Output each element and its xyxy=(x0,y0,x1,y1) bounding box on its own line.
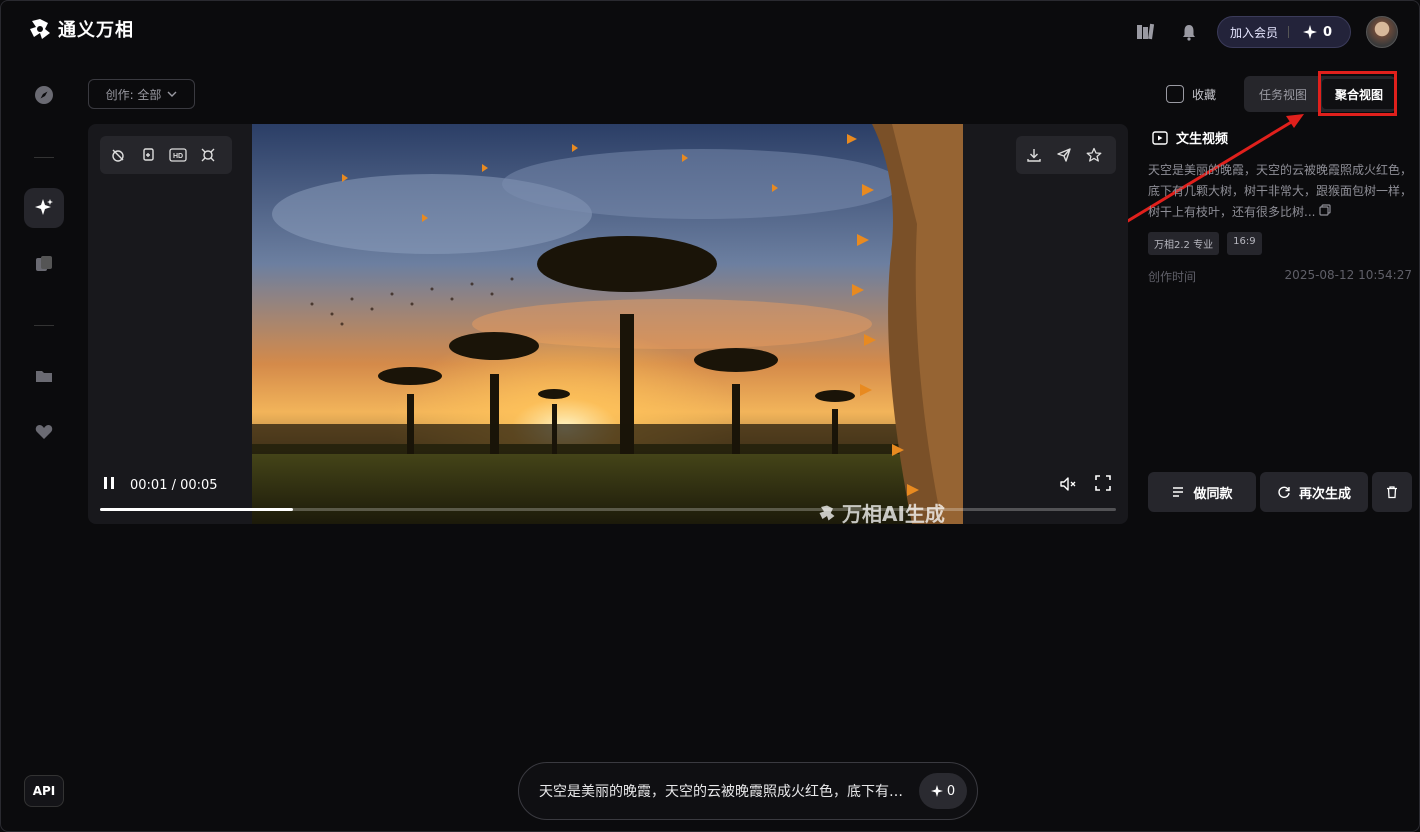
same-style-button[interactable]: 做同款 xyxy=(1148,472,1256,512)
logo-icon xyxy=(30,19,50,39)
copy-icon[interactable] xyxy=(1319,202,1332,223)
generate-cost: 0 xyxy=(946,783,956,799)
extend-icon[interactable] xyxy=(194,141,222,169)
list-icon xyxy=(1173,487,1184,497)
heart-icon[interactable] xyxy=(34,422,54,442)
credits-count: 0 xyxy=(1323,24,1333,40)
prompt-bar-text[interactable]: 天空是美丽的晚霞，天空的云被晚霞照成火红色，底下有几颗大树，树干非常大 xyxy=(539,781,905,801)
sparkle-icon xyxy=(930,785,943,797)
join-member-button[interactable]: 加入会员 xyxy=(1218,24,1288,41)
lip-sync-icon[interactable] xyxy=(104,141,132,169)
same-style-label: 做同款 xyxy=(1193,486,1233,502)
api-button[interactable]: API xyxy=(24,775,64,807)
filter-label: 创作: 全部 xyxy=(105,87,162,102)
prompt-text: 天空是美丽的晚霞，天空的云被晚霞照成火红色，底下有几颗大树，树干非常大，跟猴面包… xyxy=(1148,163,1413,219)
sidebar-item-create[interactable] xyxy=(24,188,64,228)
tag-list: 万相2.2 专业 16:9 xyxy=(1148,232,1262,255)
playback-controls: 00:01 / 00:05 xyxy=(102,476,218,494)
book-icon[interactable] xyxy=(1135,22,1155,42)
prompt-text-block: 天空是美丽的晚霞，天空的云被晚霞照成火红色，底下有几颗大树，树干非常大，跟猴面包… xyxy=(1148,160,1412,223)
created-label: 创作时间 xyxy=(1148,270,1197,284)
bell-icon[interactable] xyxy=(1179,22,1199,42)
logo-icon xyxy=(819,505,835,520)
sparkle-icon xyxy=(1303,25,1318,39)
credits-display[interactable]: 0 xyxy=(1289,25,1332,40)
watermark-text: 万相AI生成 xyxy=(842,502,945,524)
cards-icon[interactable] xyxy=(34,254,54,274)
pause-icon[interactable] xyxy=(102,476,116,494)
fullscreen-icon[interactable] xyxy=(1094,474,1114,494)
created-time-row: 创作时间 2025-08-12 10:54:27 xyxy=(1148,268,1412,285)
member-credits-pill[interactable]: 加入会员 0 xyxy=(1217,16,1351,48)
highlight-box xyxy=(1318,71,1397,116)
model-tag: 万相2.2 专业 xyxy=(1148,232,1220,255)
star-icon[interactable] xyxy=(1080,141,1108,169)
folder-icon[interactable] xyxy=(34,366,54,386)
regenerate-button[interactable]: 再次生成 xyxy=(1260,472,1368,512)
video-frame xyxy=(252,124,963,524)
prompt-bar[interactable]: 天空是美丽的晚霞，天空的云被晚霞照成火红色，底下有几颗大树，树干非常大 0 xyxy=(518,762,978,820)
video-icon xyxy=(1152,130,1168,145)
chevron-down-icon xyxy=(167,91,177,97)
video-tools-left: HD xyxy=(100,136,232,174)
app-name: 通义万相 xyxy=(58,20,134,41)
progress-bar[interactable] xyxy=(100,508,1116,511)
video-tools-right xyxy=(1016,136,1116,174)
type-title: 文生视频 xyxy=(1176,132,1229,147)
svg-text:HD: HD xyxy=(173,153,183,160)
ai-watermark: 万相AI生成 xyxy=(818,498,945,524)
time-display: 00:01 / 00:05 xyxy=(130,477,218,493)
created-value: 2025-08-12 10:54:27 xyxy=(1284,268,1412,282)
app-logo[interactable]: 通义万相 xyxy=(28,16,134,42)
compass-icon[interactable] xyxy=(34,85,54,105)
download-icon[interactable] xyxy=(1020,141,1048,169)
generate-button[interactable]: 0 xyxy=(919,773,967,809)
mute-icon[interactable] xyxy=(1058,474,1078,494)
video-player[interactable]: HD 00:01 / 00:05 万相AI生成 xyxy=(88,124,1128,524)
hd-icon[interactable]: HD xyxy=(164,141,192,169)
sparkle-icon xyxy=(35,199,53,215)
avatar[interactable] xyxy=(1366,16,1398,48)
progress-fill xyxy=(100,508,294,511)
sidebar-divider xyxy=(34,157,54,158)
sidebar-divider xyxy=(34,325,54,326)
refresh-icon xyxy=(1278,486,1290,498)
trash-icon xyxy=(1387,486,1397,499)
share-icon[interactable] xyxy=(1050,141,1078,169)
copy-frame-icon[interactable] xyxy=(134,141,162,169)
regenerate-label: 再次生成 xyxy=(1298,486,1351,502)
generation-type: 文生视频 xyxy=(1152,128,1228,147)
delete-button[interactable] xyxy=(1372,472,1412,512)
creation-filter-dropdown[interactable]: 创作: 全部 xyxy=(88,79,195,109)
ratio-tag: 16:9 xyxy=(1227,232,1262,255)
